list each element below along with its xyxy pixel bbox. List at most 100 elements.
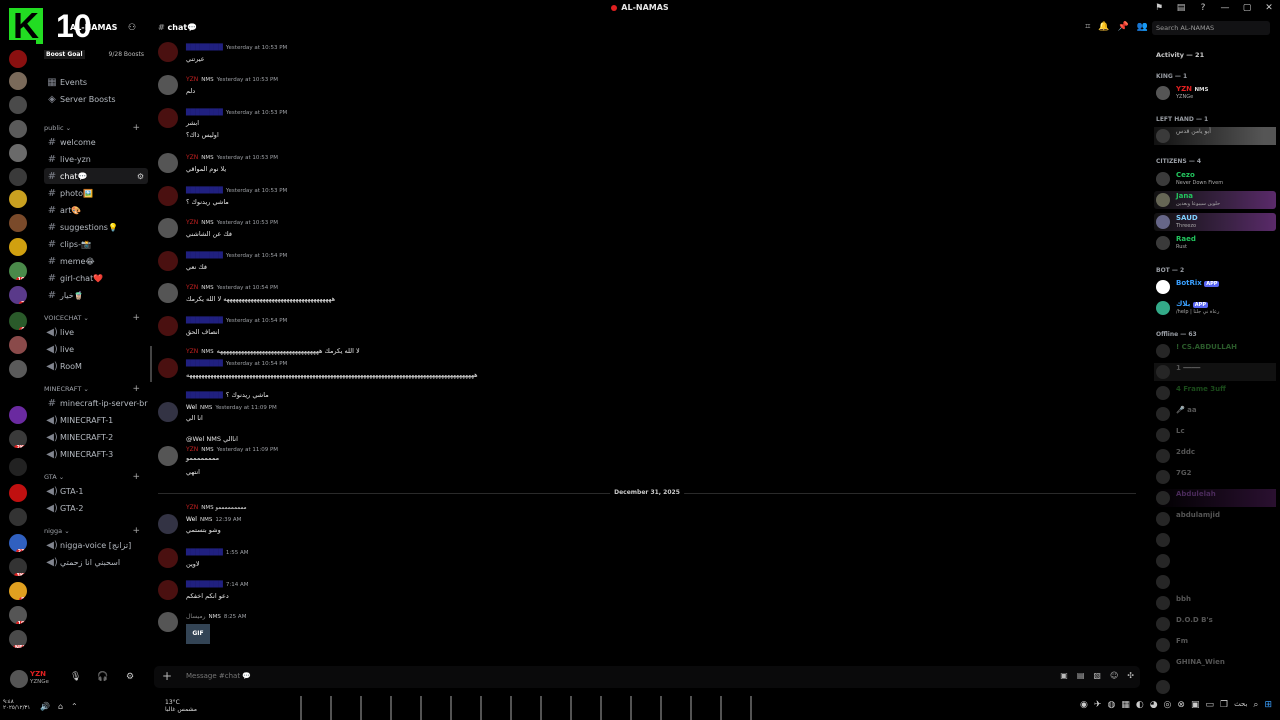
member[interactable]: D.O.D B's — [1154, 615, 1276, 633]
avatar[interactable] — [158, 446, 178, 466]
channel-welcome[interactable]: # welcome — [44, 134, 148, 150]
steam-icon[interactable]: ◍ — [1107, 700, 1115, 710]
channel-chat[interactable]: # chat💬 ⚙ — [44, 168, 148, 184]
edge-icon[interactable]: ◐ — [1136, 700, 1144, 710]
member[interactable] — [1154, 573, 1276, 591]
server-icon[interactable] — [9, 406, 27, 424]
message-input[interactable]: Message #chat 💬 — [186, 672, 251, 680]
member[interactable]: abdulamjid — [1154, 510, 1276, 528]
server-icon[interactable] — [9, 50, 27, 68]
avatar[interactable] — [158, 358, 178, 378]
server-icon[interactable]: 190 — [9, 606, 27, 624]
app-icon[interactable]: ✈ — [1094, 700, 1102, 710]
avatar[interactable] — [158, 251, 178, 271]
search-input[interactable]: Search AL-NAMAS — [1152, 21, 1270, 35]
channel-clips[interactable]: # clips-📸 — [44, 236, 148, 252]
voice-channel-live[interactable]: ◀) live — [44, 324, 148, 340]
add-channel-icon[interactable]: + — [132, 123, 140, 133]
inbox-icon[interactable]: ▤ — [1170, 3, 1192, 13]
member[interactable]: 7G2 — [1154, 468, 1276, 486]
microphone-icon[interactable]: 🎙 — [70, 672, 81, 682]
avatar[interactable] — [158, 283, 178, 303]
avatar[interactable] — [10, 670, 28, 688]
voice-channel-minecraft-3[interactable]: ◀) MINECRAFT-3 — [44, 446, 148, 462]
channel-photo[interactable]: # photo🖼️ — [44, 185, 148, 201]
server-icon[interactable] — [9, 144, 27, 162]
store-icon[interactable]: ▣ — [1191, 700, 1200, 710]
voice-channel-arabic[interactable]: ◀) اسحبني انا زحمتي — [44, 554, 148, 570]
server-icon[interactable] — [9, 190, 27, 208]
member[interactable]: 2ddc — [1154, 447, 1276, 465]
member[interactable]: GHINA_Wien — [1154, 657, 1276, 675]
server-icon[interactable] — [9, 96, 27, 114]
emoji-icon[interactable]: ☺ — [1110, 671, 1118, 680]
member[interactable]: bbh — [1154, 594, 1276, 612]
gift-icon[interactable]: ▣ — [1060, 671, 1068, 680]
member[interactable]: Fm — [1154, 636, 1276, 654]
flag-icon[interactable]: ⚑ — [1148, 3, 1170, 13]
message-composer[interactable]: + Message #chat 💬 ▣ ▤ ▧ ☺ ✣ — [154, 666, 1140, 688]
pin-icon[interactable]: 📌 — [1118, 22, 1129, 32]
category-public[interactable]: public ⌄ + — [44, 123, 144, 133]
member[interactable]: BotRix APP — [1154, 278, 1276, 296]
member[interactable]: Jana حلوين سيبوعا وبعدين — [1154, 191, 1276, 209]
voice-channel-minecraft-2[interactable]: ◀) MINECRAFT-2 — [44, 429, 148, 445]
server-icon[interactable] — [9, 508, 27, 526]
close-button[interactable]: ✕ — [1258, 3, 1280, 13]
avatar[interactable] — [158, 514, 178, 534]
server-icon[interactable]: 21 — [9, 286, 27, 304]
member[interactable]: Raed Rust — [1154, 234, 1276, 252]
add-attachment-icon[interactable]: + — [162, 669, 172, 683]
sticker-icon[interactable]: ▧ — [1093, 671, 1101, 680]
member[interactable] — [1154, 552, 1276, 570]
avatar[interactable] — [158, 186, 178, 206]
member[interactable]: YZN NMS YZNGe — [1154, 84, 1276, 102]
windows-start-icon[interactable]: ⊞ — [1264, 700, 1272, 710]
taskview-icon[interactable]: ❐ — [1220, 700, 1228, 710]
weather-widget[interactable]: 13°C مشمس غالبا — [165, 699, 197, 713]
avatar[interactable] — [158, 402, 178, 422]
member[interactable]: Lc — [1154, 426, 1276, 444]
server-icon[interactable] — [9, 214, 27, 232]
member[interactable]: بلاك APP/help | رعاة ني جلتا — [1154, 299, 1276, 317]
user-settings-icon[interactable]: ⚙ — [126, 672, 134, 682]
apps-icon[interactable]: ✣ — [1127, 671, 1134, 680]
search-bar[interactable]: بحث — [1234, 700, 1247, 710]
server-icon[interactable] — [9, 72, 27, 90]
members-icon[interactable]: 👥 — [1137, 22, 1148, 32]
member[interactable] — [1154, 678, 1276, 696]
add-channel-icon[interactable]: + — [132, 384, 140, 394]
channel-meme[interactable]: # meme😂 — [44, 253, 148, 269]
voice-channel-room[interactable]: ◀) RooM — [44, 358, 148, 374]
avatar[interactable] — [158, 316, 178, 336]
server-icon[interactable] — [9, 120, 27, 138]
maximize-button[interactable]: ▢ — [1236, 3, 1258, 13]
server-icon[interactable]: 43 — [9, 312, 27, 330]
avatar[interactable] — [158, 75, 178, 95]
avatar[interactable] — [158, 108, 178, 128]
voice-channel-gta-1[interactable]: ◀) GTA-1 — [44, 483, 148, 499]
gif-icon[interactable]: ▤ — [1077, 671, 1085, 680]
avatar[interactable] — [158, 612, 178, 632]
server-icon[interactable] — [9, 168, 27, 186]
channel-suggestions[interactable]: # suggestions💡 — [44, 219, 148, 235]
server-name[interactable]: AL-NAMAS — [70, 23, 117, 32]
server-icon[interactable]: 86 — [9, 582, 27, 600]
add-channel-icon[interactable]: + — [132, 472, 140, 482]
member[interactable]: 4 Frame 3uff — [1154, 384, 1276, 402]
server-icon[interactable]: 2K+ — [9, 430, 27, 448]
chrome-icon[interactable]: ◎ — [1164, 700, 1172, 710]
avatar[interactable] — [158, 580, 178, 600]
category-gta[interactable]: GTA ⌄ + — [44, 472, 144, 482]
avatar[interactable] — [158, 42, 178, 62]
network-icon[interactable]: ⌂ — [58, 702, 63, 711]
app-icon[interactable]: ◉ — [1080, 700, 1088, 710]
show-hidden-icon[interactable]: ⌃ — [71, 702, 78, 711]
channel-art[interactable]: # art🎨 — [44, 202, 148, 218]
member[interactable]: Abdulelah — [1154, 489, 1276, 507]
volume-icon[interactable]: 🔊 — [40, 702, 50, 711]
voice-channel-gta-2[interactable]: ◀) GTA-2 — [44, 500, 148, 516]
xbox-icon[interactable]: ⊗ — [1177, 700, 1185, 710]
category-nigga[interactable]: nigga ⌄ + — [44, 526, 144, 536]
add-member-icon[interactable]: ⚇ — [128, 23, 136, 33]
